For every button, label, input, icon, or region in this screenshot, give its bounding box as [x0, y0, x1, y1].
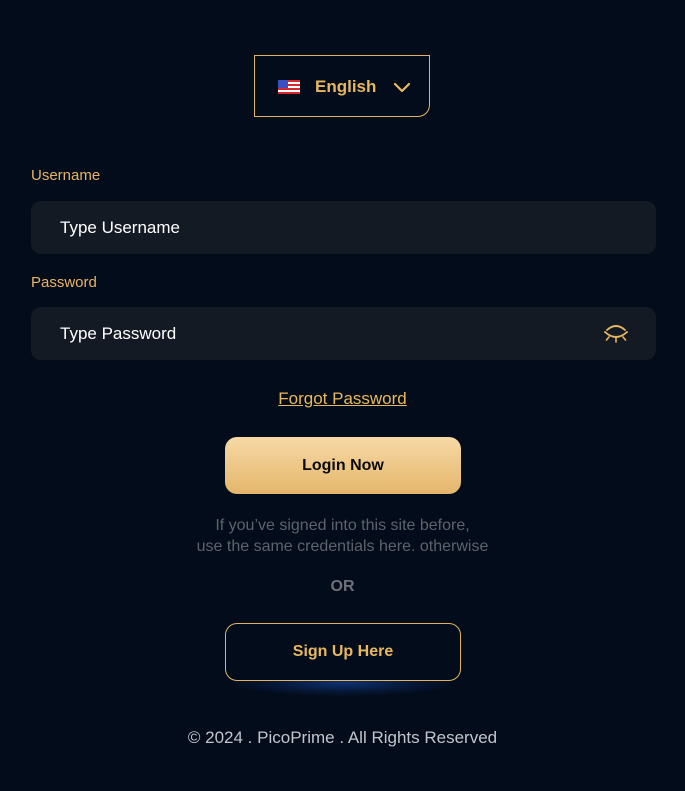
hint-line-2: use the same credentials here. otherwise [196, 538, 489, 555]
forgot-password-link[interactable]: Forgot Password [278, 389, 407, 408]
login-hint: If you’ve signed into this site before, … [0, 515, 685, 557]
password-label: Password [31, 274, 97, 291]
hint-line-1: If you’ve signed into this site before, [215, 517, 470, 534]
username-field-container [31, 201, 656, 254]
footer-copyright: © 2024 . PicoPrime . All Rights Reserved [187, 728, 498, 747]
login-button[interactable]: Login Now [225, 437, 461, 494]
username-input[interactable] [60, 201, 600, 254]
password-input[interactable] [60, 307, 600, 360]
signup-button[interactable]: Sign Up Here [225, 623, 461, 681]
chevron-down-icon [393, 82, 411, 93]
forgot-password-row: Forgot Password [0, 389, 685, 410]
language-selector[interactable]: English [254, 55, 430, 117]
password-field-container [31, 307, 656, 360]
or-divider-text: OR [330, 578, 355, 595]
eye-closed-icon[interactable] [603, 323, 629, 343]
us-flag-icon [278, 80, 300, 94]
username-label: Username [31, 167, 101, 184]
language-label: English [315, 77, 377, 96]
